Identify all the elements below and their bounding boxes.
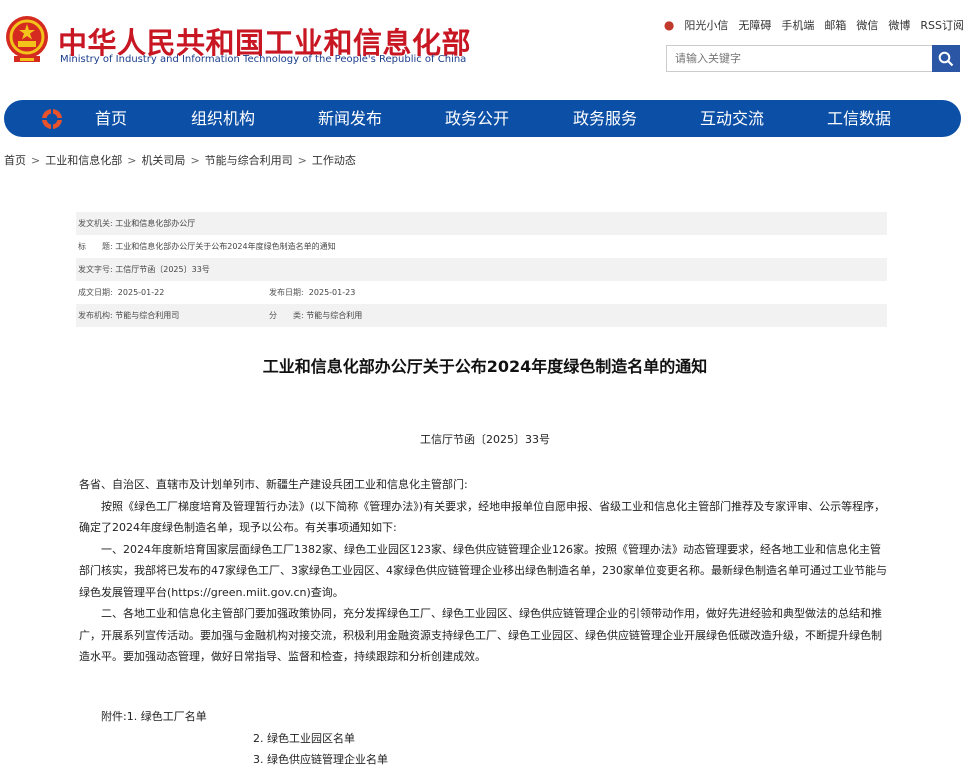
paragraph-one: 一、2024年度新培育国家层面绿色工厂1382家、绿色工业园区123家、绿色供应… [79,542,887,599]
nav-interaction[interactable]: 互动交流 [700,100,764,137]
breadcrumb-home[interactable]: 首页 [4,154,26,167]
toplink-weibo[interactable]: 微博 [888,17,910,33]
nav-organization[interactable]: 组织机构 [191,100,255,137]
attachment-3[interactable]: 3. 绿色供应链管理企业名单 [253,751,388,767]
breadcrumb-work-news[interactable]: 工作动态 [312,154,356,167]
toplink-rss[interactable]: RSS订阅 [920,17,964,33]
info-row-title: 标 题: 工业和信息化部办公厅关于公布2024年度绿色制造名单的通知 [76,235,887,258]
issuer-label: 发文机关: [78,219,113,228]
docno-value: 工信厅节函〔2025〕33号 [115,265,210,274]
info-row-org: 发布机构: 节能与综合利用司 分 类: 节能与综合利用 [76,304,887,327]
person-icon: ● [663,18,675,32]
toplink-sunshine[interactable]: 阳光小信 [684,17,728,33]
breadcrumb-departments[interactable]: 机关司局 [141,154,185,167]
published-date-label: 发布日期: [269,288,304,297]
document-number: 工信厅节函〔2025〕33号 [420,433,550,446]
ministry-name-en: Ministry of Industry and Information Tec… [60,54,467,65]
info-row-issuer: 发文机关: 工业和信息化部办公厅 [76,212,887,235]
document-info-table: 发文机关: 工业和信息化部办公厅 标 题: 工业和信息化部办公厅关于公布2024… [76,212,887,327]
info-row-dates: 成文日期: 2025-01-22 发布日期: 2025-01-23 [76,281,887,304]
written-date-label: 成文日期: [78,288,113,297]
breadcrumb-energy-dept[interactable]: 节能与综合利用司 [205,154,293,167]
nav-gov-open[interactable]: 政务公开 [445,100,509,137]
breadcrumb-separator: > [190,154,200,167]
title-value: 工业和信息化部办公厅关于公布2024年度绿色制造名单的通知 [115,242,336,251]
category-label: 分 类: [269,311,304,320]
toplink-mail[interactable]: 邮箱 [824,17,846,33]
nav-gov-service[interactable]: 政务服务 [573,100,637,137]
category-value: 节能与综合利用 [306,311,363,320]
issuer-value: 工业和信息化部办公厅 [115,219,196,228]
search-button[interactable] [932,45,960,72]
nav-home[interactable]: 首页 [95,100,127,137]
miit-logo-icon [42,109,62,129]
published-date-value: 2025-01-23 [308,288,356,297]
nav-data[interactable]: 工信数据 [827,100,891,137]
top-links: ● 阳光小信 无障碍 手机端 邮箱 微信 微博 RSS订阅 [664,17,964,33]
document-title: 工业和信息化部办公厅关于公布2024年度绿色制造名单的通知 [262,357,708,376]
search-box [666,45,960,72]
nav-news[interactable]: 新闻发布 [318,100,382,137]
written-date-value: 2025-01-22 [117,288,165,297]
breadcrumb-ministry[interactable]: 工业和信息化部 [45,154,122,167]
search-input[interactable] [667,46,931,71]
toplink-wechat[interactable]: 微信 [856,17,878,33]
breadcrumb-separator: > [127,154,137,167]
breadcrumb: 首页 > 工业和信息化部 > 机关司局 > 节能与综合利用司 > 工作动态 [4,152,356,168]
salutation: 各省、自治区、直辖市及计划单列市、新疆生产建设兵团工业和信息化主管部门: [79,478,468,491]
main-nav: 首页 组织机构 新闻发布 政务公开 政务服务 互动交流 工信数据 [4,100,961,137]
info-row-docno: 发文字号: 工信厅节函〔2025〕33号 [76,258,887,281]
national-emblem-icon [6,16,48,62]
toplink-mobile[interactable]: 手机端 [781,17,814,33]
attachment-2[interactable]: 2. 绿色工业园区名单 [253,730,355,746]
document-body: 各省、自治区、直辖市及计划单列市、新疆生产建设兵团工业和信息化主管部门: 按照《… [79,474,887,668]
attachment-1[interactable]: 附件:1. 绿色工厂名单 [101,708,207,724]
paragraph-intro: 按照《绿色工厂梯度培育及管理暂行办法》(以下简称《管理办法》)有关要求，经地申报… [79,499,886,535]
search-icon [938,51,954,66]
site-header: 中华人民共和国工业和信息化部 Ministry of Industry and … [0,0,970,95]
docno-label: 发文字号: [78,265,113,274]
org-value: 节能与综合利用司 [115,311,180,320]
paragraph-two: 二、各地工业和信息化主管部门要加强政策协同，充分发挥绿色工厂、绿色工业园区、绿色… [79,607,882,663]
title-label: 标 题: [78,242,113,251]
breadcrumb-separator: > [31,154,41,167]
org-label: 发布机构: [78,311,113,320]
breadcrumb-separator: > [297,154,307,167]
toplink-accessibility[interactable]: 无障碍 [738,17,771,33]
